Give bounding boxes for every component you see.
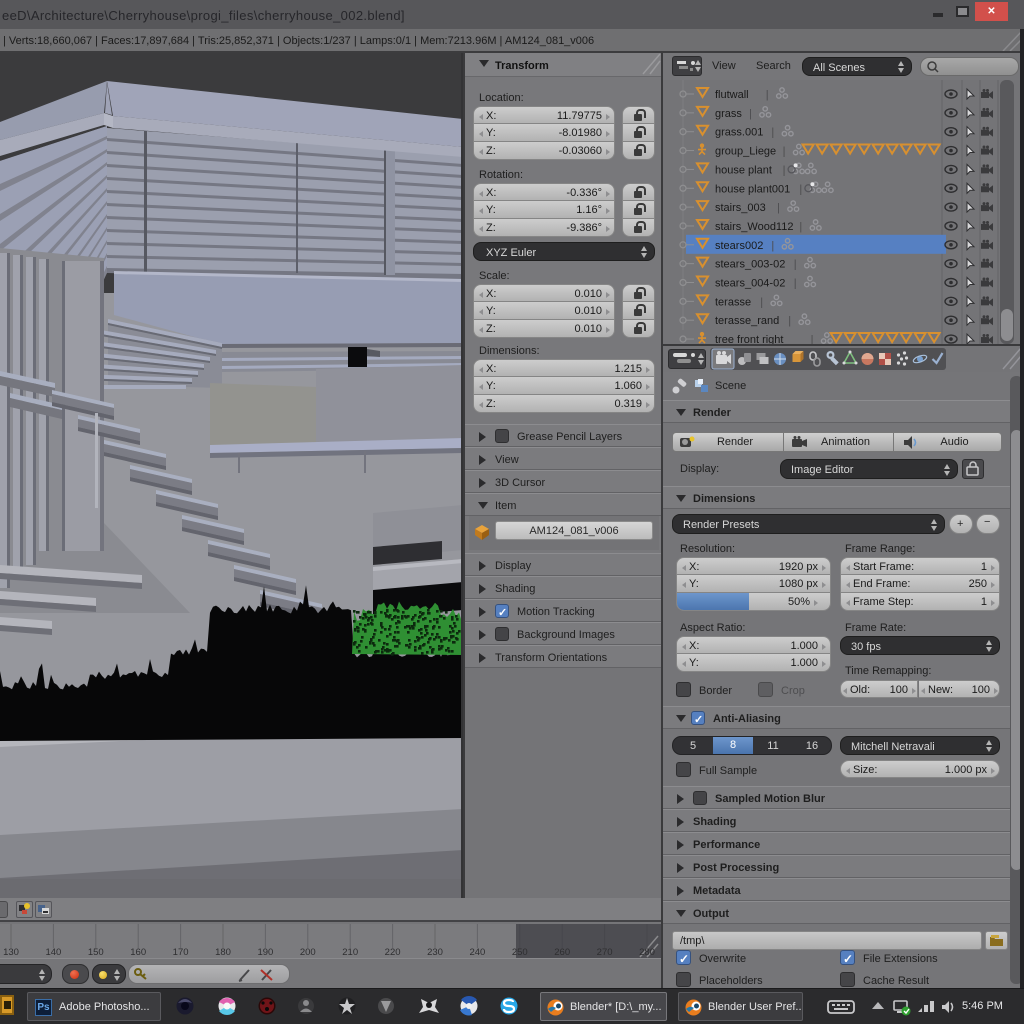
svg-text:260: 260 — [554, 947, 570, 958]
svg-text:|: | — [799, 221, 802, 233]
svg-text:house plant001: house plant001 — [715, 183, 790, 195]
svg-text:180: 180 — [215, 947, 231, 958]
svg-text:270: 270 — [597, 947, 613, 958]
svg-text:220: 220 — [385, 947, 401, 958]
svg-text:stears002: stears002 — [715, 240, 763, 252]
svg-text:|: | — [788, 315, 791, 327]
svg-text:|: | — [760, 296, 763, 308]
svg-text:|: | — [749, 108, 752, 120]
svg-text:stears_004-02: stears_004-02 — [715, 278, 785, 290]
svg-text:|: | — [777, 202, 780, 214]
svg-text:stairs_Wood112: stairs_Wood112 — [715, 221, 793, 233]
svg-text:|: | — [771, 240, 774, 252]
svg-text:250: 250 — [512, 947, 528, 958]
svg-text:240: 240 — [469, 947, 485, 958]
svg-text:tree front right: tree front right — [715, 334, 783, 344]
svg-text:150: 150 — [88, 947, 104, 958]
svg-text:group_Liege: group_Liege — [715, 146, 776, 158]
svg-text:house plant: house plant — [715, 164, 772, 176]
svg-text:|: | — [766, 89, 769, 101]
svg-text:280: 280 — [639, 947, 655, 958]
svg-text:230: 230 — [427, 947, 443, 958]
svg-text:grass.001: grass.001 — [715, 127, 763, 139]
svg-text:190: 190 — [257, 947, 273, 958]
svg-text:140: 140 — [45, 947, 61, 958]
svg-text:|: | — [771, 127, 774, 139]
svg-text:flutwall: flutwall — [715, 89, 749, 101]
svg-text:170: 170 — [173, 947, 189, 958]
svg-text:stairs_003: stairs_003 — [715, 202, 766, 214]
svg-text:210: 210 — [342, 947, 358, 958]
svg-text:200: 200 — [300, 947, 316, 958]
svg-text:130: 130 — [3, 947, 19, 958]
svg-text:stears_003-02: stears_003-02 — [715, 259, 785, 271]
svg-text:|: | — [811, 334, 814, 344]
svg-text:|: | — [799, 183, 802, 195]
svg-text:|: | — [794, 278, 797, 290]
svg-text:|: | — [783, 146, 786, 158]
svg-text:|: | — [794, 259, 797, 271]
svg-text:|: | — [783, 164, 786, 176]
svg-text:grass: grass — [715, 108, 742, 120]
svg-text:terasse: terasse — [715, 296, 751, 308]
svg-text:160: 160 — [130, 947, 146, 958]
svg-text:terasse_rand: terasse_rand — [715, 315, 779, 327]
